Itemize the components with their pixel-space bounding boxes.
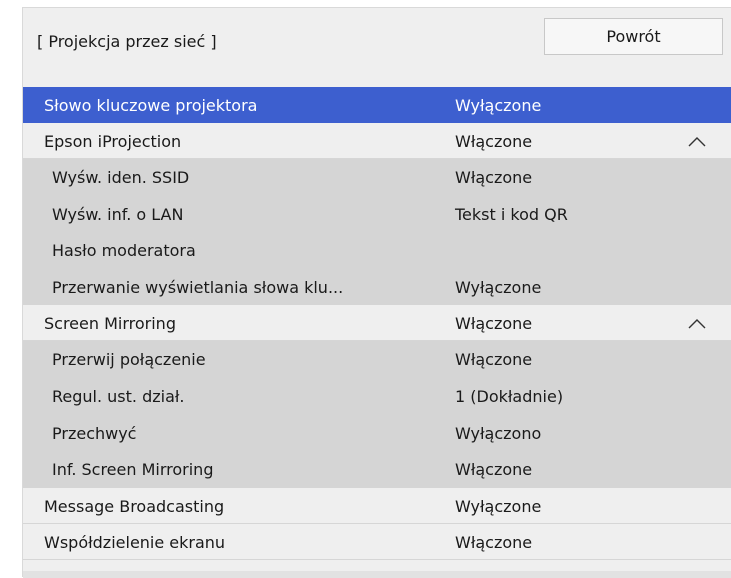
menu-row-value: 1 (Dokładnie): [455, 386, 564, 406]
menu-row-capture[interactable]: Przechwyć Wyłączono: [23, 414, 731, 452]
chevron-up-icon[interactable]: [687, 317, 707, 329]
menu-row-value: Włączone: [455, 460, 533, 480]
menu-row-label: Przerwanie wyświetlania słowa klu...: [52, 277, 344, 297]
menu-row-epson-iprojection[interactable]: Epson iProjection Włączone: [23, 123, 731, 159]
menu-row-label: Wyśw. iden. SSID: [52, 168, 190, 187]
page-title: [ Projekcja przez sieć ]: [37, 32, 217, 51]
menu-row-label: Screen Mirroring: [44, 314, 176, 334]
menu-row-value: Włączone: [455, 132, 533, 151]
menu-row-lan-info-display[interactable]: Wyśw. inf. o LAN Tekst i kod QR: [23, 195, 731, 233]
menu-row-mirroring-info[interactable]: Inf. Screen Mirroring Włączone: [23, 451, 731, 488]
menu-row-label: Przechwyć: [52, 423, 137, 443]
network-projection-panel: [ Projekcja przez sieć ] Powrót Słowo kl…: [22, 7, 731, 578]
menu-row-value: Włączone: [455, 532, 533, 552]
menu-row-value: Wyłączone: [455, 496, 542, 516]
menu-row-label: Hasło moderatora: [52, 241, 196, 261]
menu-row-value: Włączone: [455, 168, 533, 187]
menu-row-screen-sharing[interactable]: Współdzielenie ekranu Włączone: [23, 523, 731, 560]
menu-row-value: Wyłączone: [455, 96, 542, 115]
menu-row-value: Wyłączone: [455, 277, 542, 297]
menu-row-label: Wyśw. inf. o LAN: [52, 204, 184, 224]
menu-row-label: Epson iProjection: [44, 132, 182, 151]
menu-row-message-broadcasting[interactable]: Message Broadcasting Wyłączone: [23, 487, 731, 524]
menu-row-ssid-display[interactable]: Wyśw. iden. SSID Włączone: [23, 159, 731, 196]
chevron-up-icon[interactable]: [687, 135, 707, 147]
menu-row-label: Przerwij połączenie: [52, 350, 206, 370]
menu-row-interrupt-connection[interactable]: Przerwij połączenie Włączone: [23, 341, 731, 378]
menu-row-label: Słowo kluczowe projektora: [44, 96, 258, 115]
menu-row-value: Wyłączono: [455, 423, 542, 443]
menu-row-screen-mirroring[interactable]: Screen Mirroring Włączone: [23, 305, 731, 342]
menu-row-value: Włączone: [455, 350, 533, 370]
back-button[interactable]: Powrót: [544, 18, 723, 55]
menu-row-keyword-interrupt[interactable]: Przerwanie wyświetlania słowa klu... Wył…: [23, 268, 731, 306]
menu-row-label: Współdzielenie ekranu: [44, 532, 226, 552]
menu-row-label: Message Broadcasting: [44, 496, 225, 516]
menu-row-label: Inf. Screen Mirroring: [52, 460, 214, 480]
menu-row-projector-keyword[interactable]: Słowo kluczowe projektora Wyłączone: [23, 87, 731, 123]
menu-row-value: Tekst i kod QR: [455, 204, 568, 224]
menu-row-moderator-password[interactable]: Hasło moderatora: [23, 232, 731, 269]
menu-row-label: Regul. ust. dział.: [52, 386, 185, 406]
menu-row-value: Włączone: [455, 314, 533, 334]
settings-list: Słowo kluczowe projektora Wyłączone Epso…: [23, 87, 731, 560]
menu-row-performance-adjust[interactable]: Regul. ust. dział. 1 (Dokładnie): [23, 377, 731, 415]
